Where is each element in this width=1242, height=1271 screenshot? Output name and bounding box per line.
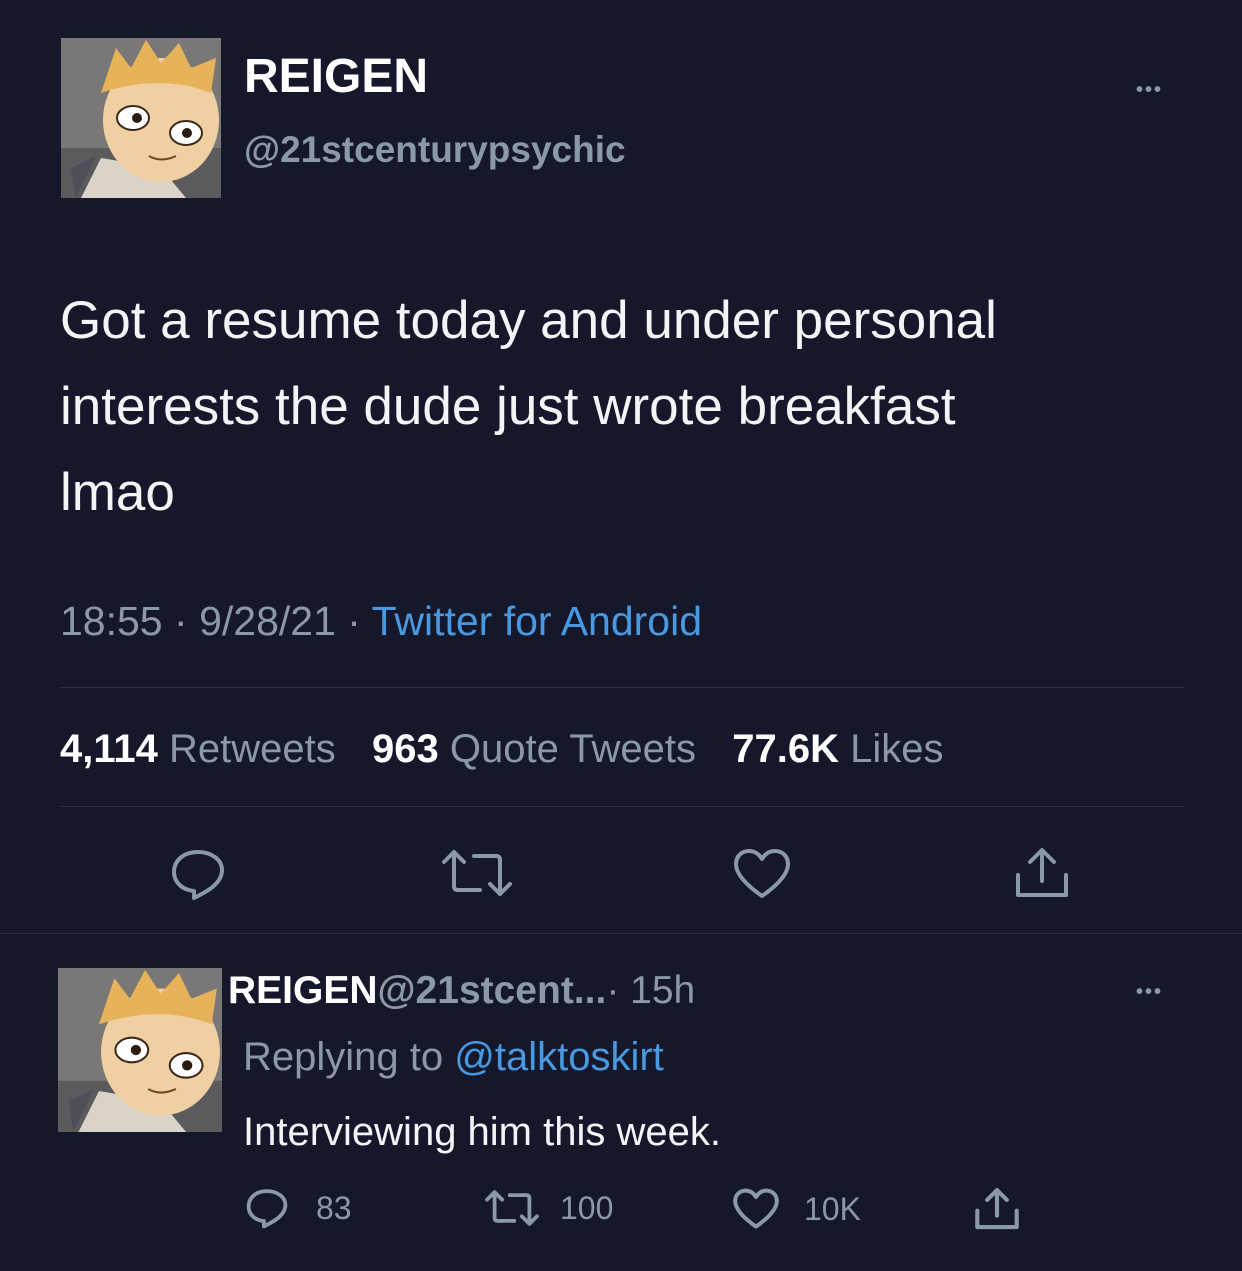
reply-time[interactable]: 15h [630, 969, 695, 1012]
reply-count: 83 [316, 1189, 352, 1226]
likes-count: 77.6K [732, 727, 839, 771]
speech-bubble-icon [172, 850, 224, 900]
tweet-time[interactable]: 18:55 [60, 598, 163, 644]
tweet-text-line: interests the dude just wrote breakfast [60, 377, 956, 436]
ellipsis-icon[interactable]: ••• [1136, 78, 1163, 102]
share-upload-icon [975, 1188, 1019, 1230]
tweet-source[interactable]: Twitter for Android [372, 598, 702, 644]
tweet-text-line: Got a resume today and under personal [60, 291, 997, 350]
quotes-label: Quote Tweets [449, 727, 696, 771]
retweets-count: 4,114 [60, 727, 158, 771]
replying-to: Replying to @talktoskirt [243, 1033, 664, 1081]
divider [0, 933, 1242, 934]
reply-display-name[interactable]: REIGEN [228, 969, 378, 1012]
quotes-stat[interactable]: 963 Quote Tweets [372, 727, 707, 771]
ellipsis-icon[interactable]: ••• [1136, 980, 1163, 1004]
meta-separator: · [347, 598, 361, 644]
retweet-button[interactable] [440, 848, 514, 898]
divider [60, 687, 1184, 688]
meta-separator: · [174, 598, 188, 644]
reply-avatar[interactable] [58, 968, 222, 1132]
reply-reply-button[interactable]: 83 [244, 1186, 352, 1230]
avatar-illustration [58, 968, 222, 1132]
retweet-arrows-icon [442, 850, 512, 896]
main-display-name[interactable]: REIGEN [244, 50, 428, 104]
heart-icon [733, 1188, 779, 1229]
reply-share-button[interactable] [972, 1186, 1022, 1237]
main-handle[interactable]: @21stcenturypsychic [244, 128, 626, 172]
like-button[interactable] [732, 848, 792, 900]
reply-header: REIGEN@21stcent...· 15h [228, 968, 695, 1014]
reply-text: Interviewing him this week. [243, 1110, 721, 1154]
share-upload-icon [1016, 848, 1068, 897]
tweet-meta: 18:55 · 9/28/21 · Twitter for Android [60, 596, 702, 646]
reply-handle[interactable]: @21stcent... [378, 969, 607, 1012]
heart-icon [734, 849, 790, 898]
retweet-count: 100 [560, 1189, 614, 1226]
likes-stat[interactable]: 77.6K Likes [732, 727, 943, 771]
tweet-stats: 4,114 Retweets 963 Quote Tweets 77.6K Li… [60, 725, 943, 773]
replying-to-label: Replying to [243, 1035, 444, 1079]
tweet-date[interactable]: 9/28/21 [199, 598, 336, 644]
retweets-label: Retweets [169, 727, 336, 771]
reply-like-button[interactable]: 10K [732, 1188, 861, 1230]
meta-separator: · [606, 969, 620, 1012]
reply-retweet-button[interactable]: 100 [484, 1188, 613, 1228]
quotes-count: 963 [372, 727, 439, 771]
retweets-stat[interactable]: 4,114 Retweets [60, 727, 347, 771]
main-avatar[interactable] [61, 38, 221, 198]
like-count: 10K [804, 1190, 861, 1227]
retweet-arrows-icon [485, 1190, 539, 1226]
avatar-illustration [61, 38, 221, 198]
share-button[interactable] [1013, 845, 1071, 901]
replying-to-handle[interactable]: @talktoskirt [454, 1035, 664, 1079]
tweet-text: Got a resume today and under personal in… [60, 278, 1220, 536]
tweet-text-line: lmao [60, 463, 175, 522]
reply-button[interactable] [168, 846, 228, 902]
divider [60, 806, 1184, 807]
speech-bubble-icon [246, 1189, 288, 1229]
likes-label: Likes [850, 727, 944, 771]
